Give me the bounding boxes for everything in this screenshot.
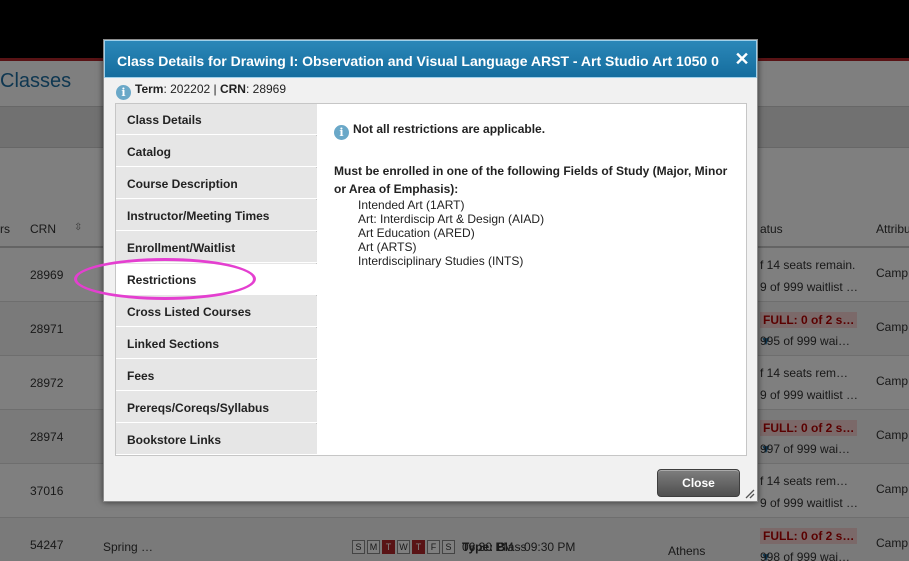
notice-text: Not all restrictions are applicable. (353, 122, 546, 136)
info-icon: i (334, 125, 349, 140)
tab-class-details[interactable]: Class Details (116, 104, 317, 135)
term-label: Term (135, 82, 164, 96)
term-crn-line: i Term: 202202 | CRN: 28969 (116, 82, 286, 100)
list-item: Art: Interdiscip Art & Design (AIAD) (358, 212, 545, 226)
list-item: Interdisciplinary Studies (INTS) (358, 254, 524, 268)
restrictions-notice: i Not all restrictions are applicable. (334, 122, 730, 140)
tab-catalog[interactable]: Catalog (116, 136, 317, 167)
list-item: Art (ARTS) (358, 240, 417, 254)
tab-linked-sections[interactable]: Linked Sections (116, 328, 317, 359)
details-tab-list: Class Details Catalog Course Description… (116, 104, 318, 455)
tab-prereqs-coreqs-syllabus[interactable]: Prereqs/Coreqs/Syllabus (116, 392, 317, 423)
fields-of-study-list: Intended Art (1ART) Art: Interdiscip Art… (334, 198, 730, 268)
tab-fees[interactable]: Fees (116, 360, 317, 391)
tab-enrollment-waitlist[interactable]: Enrollment/Waitlist (116, 232, 317, 263)
crn-value: 28969 (252, 82, 287, 96)
tab-instructor-meeting-times[interactable]: Instructor/Meeting Times (116, 200, 317, 231)
dialog-title: Class Details for Drawing I: Observation… (117, 53, 719, 69)
list-item: Intended Art (1ART) (358, 198, 465, 212)
list-item: Art Education (ARED) (358, 226, 475, 240)
close-button[interactable]: Close (657, 469, 740, 497)
tab-cross-listed-courses[interactable]: Cross Listed Courses (116, 296, 317, 327)
restrictions-content: i Not all restrictions are applicable. Mu… (318, 104, 746, 455)
fields-of-study-heading: Must be enrolled in one of the following… (334, 164, 728, 196)
crn-label: CRN (219, 82, 246, 96)
tab-bookstore-links[interactable]: Bookstore Links (116, 424, 317, 455)
term-value: 202202 (170, 82, 211, 96)
tabs-pane: Class Details Catalog Course Description… (115, 103, 747, 456)
resize-grip-icon[interactable] (743, 487, 755, 499)
tab-restrictions[interactable]: Restrictions (116, 264, 318, 295)
close-x-icon[interactable]: ✕ (732, 50, 752, 68)
info-icon: i (116, 85, 131, 100)
tab-course-description[interactable]: Course Description (116, 168, 317, 199)
dialog-title-bar[interactable]: Class Details for Drawing I: Observation… (104, 40, 757, 78)
class-details-dialog: Class Details for Drawing I: Observation… (103, 39, 758, 502)
